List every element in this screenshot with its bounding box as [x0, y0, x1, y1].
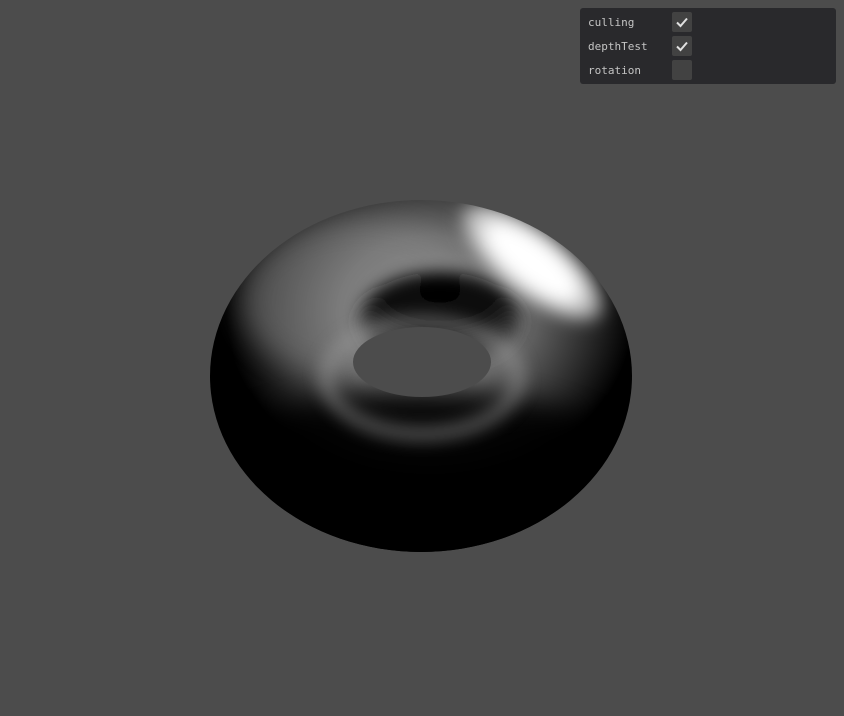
control-depthtest-label: depthTest [588, 39, 648, 53]
rotation-checkbox[interactable] [672, 60, 692, 80]
control-depthtest[interactable]: depthTest [580, 34, 836, 58]
torus-render [210, 200, 632, 552]
controls-panel: culling depthTest rotation [580, 8, 836, 84]
control-rotation-label: rotation [588, 63, 641, 77]
app-stage: culling depthTest rotation [0, 0, 844, 716]
check-icon [676, 41, 688, 52]
culling-checkbox[interactable] [672, 12, 692, 32]
control-culling[interactable]: culling [580, 10, 836, 34]
control-culling-label: culling [588, 15, 635, 29]
control-rotation[interactable]: rotation [580, 58, 836, 82]
check-icon [676, 17, 688, 28]
webgl-canvas[interactable] [0, 0, 844, 716]
depthtest-checkbox[interactable] [672, 36, 692, 56]
